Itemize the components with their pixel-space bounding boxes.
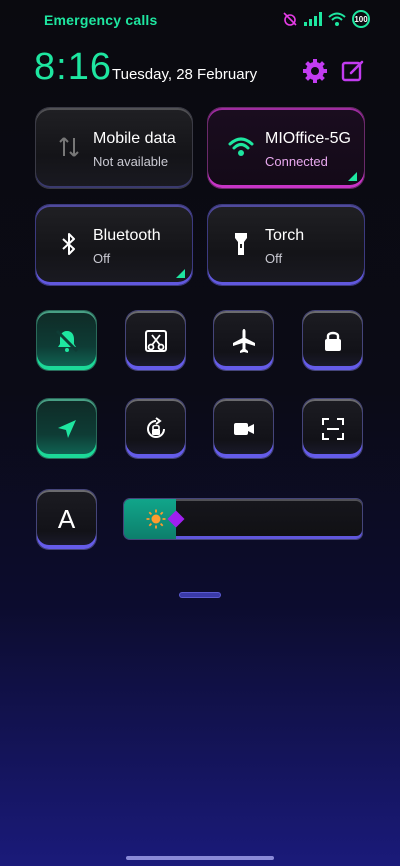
brightness-slider[interactable]	[124, 499, 362, 539]
bluetooth-icon	[62, 233, 75, 255]
edit-icon[interactable]	[340, 58, 366, 84]
battery-level: 100	[354, 14, 368, 24]
auto-rotate-icon	[146, 416, 165, 438]
scanner-icon	[321, 417, 344, 440]
auto-rotate-toggle[interactable]	[126, 399, 185, 458]
screen-recorder-icon	[233, 422, 254, 435]
mobile-data-icon	[59, 137, 79, 157]
wifi-network-name: MIOffice-5G	[265, 130, 351, 147]
screen-recorder-toggle[interactable]	[214, 399, 273, 458]
lock-icon	[324, 331, 341, 351]
mobile-data-title: Mobile data	[93, 130, 176, 147]
drag-handle[interactable]	[180, 593, 220, 597]
location-toggle[interactable]	[37, 399, 96, 458]
torch-status: Off	[265, 251, 283, 266]
torch-tile[interactable]: Torch Off	[208, 205, 364, 285]
airplane-icon	[232, 328, 255, 353]
wifi-status-icon	[328, 12, 346, 26]
wifi-expand-indicator[interactable]	[348, 172, 357, 181]
clock[interactable]: 8:16	[34, 46, 112, 89]
torch-icon	[235, 233, 247, 255]
status-bar: Emergency calls 100	[44, 10, 370, 30]
gear-icon[interactable]	[302, 58, 328, 84]
brightness-icon	[146, 509, 166, 529]
torch-title: Torch	[265, 227, 305, 244]
wifi-tile[interactable]: MIOffice-5G Connected	[208, 108, 364, 188]
bluetooth-status: Off	[93, 251, 111, 266]
alarm-off-icon	[283, 12, 297, 26]
carrier-label: Emergency calls	[44, 12, 158, 28]
screenshot-toggle[interactable]	[126, 311, 185, 370]
date-label[interactable]: Tuesday, 28 February	[112, 66, 257, 83]
lock-toggle[interactable]	[303, 311, 362, 370]
airplane-toggle[interactable]	[214, 311, 273, 370]
silent-toggle[interactable]	[37, 311, 96, 370]
location-icon	[57, 419, 76, 438]
wifi-status: Connected	[265, 154, 328, 169]
home-indicator[interactable]	[126, 856, 274, 860]
scanner-toggle[interactable]	[303, 399, 362, 458]
silent-icon	[55, 329, 78, 352]
signal-icon	[304, 12, 322, 26]
battery-icon: 100	[352, 10, 370, 28]
wifi-icon	[228, 137, 254, 156]
screenshot-icon	[144, 329, 167, 352]
mobile-data-tile[interactable]: Mobile data Not available	[36, 108, 192, 188]
status-icons: 100	[282, 10, 370, 28]
font-size-button[interactable]: A	[37, 490, 96, 549]
mobile-data-status: Not available	[93, 154, 169, 169]
bluetooth-tile[interactable]: Bluetooth Off	[36, 205, 192, 285]
font-size-label: A	[57, 504, 76, 534]
bluetooth-expand-indicator[interactable]	[176, 269, 185, 278]
bluetooth-title: Bluetooth	[93, 227, 161, 244]
